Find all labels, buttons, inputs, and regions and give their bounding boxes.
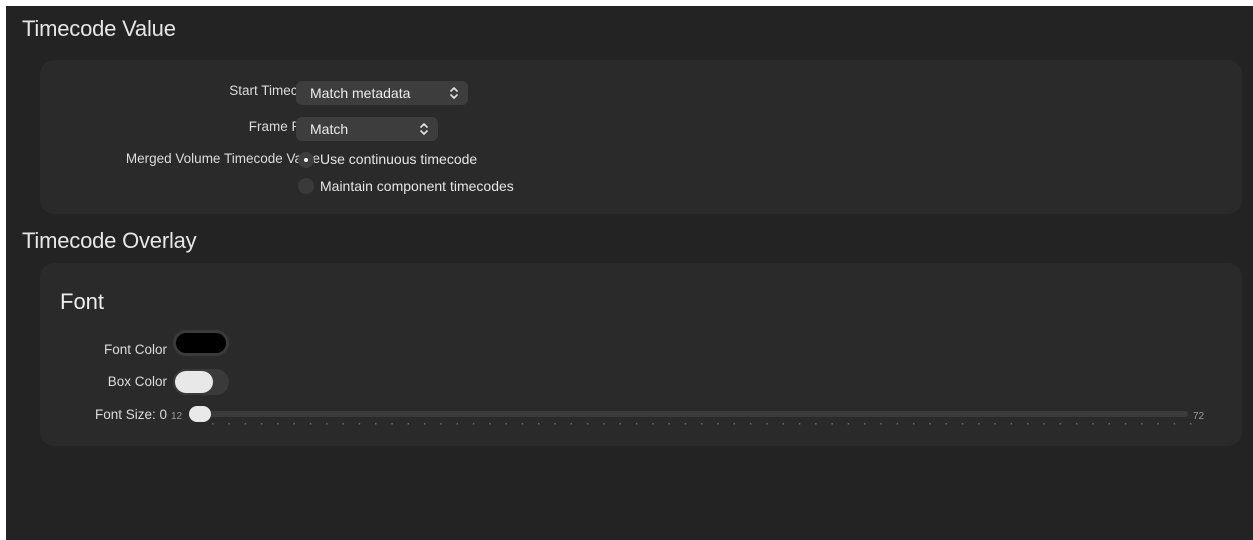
- slider-tick-marks: [212, 423, 1192, 425]
- timecode-value-panel: Start Timecode Match metadata Frame Rate…: [40, 60, 1242, 214]
- font-size-label: Font Size: 0: [94, 407, 167, 422]
- font-color-well[interactable]: [173, 330, 229, 356]
- settings-window: Timecode Value Start Timecode Match meta…: [6, 6, 1253, 540]
- frame-rate-popup[interactable]: Match: [296, 117, 438, 141]
- radio-component-timecodes-label: Maintain component timecodes: [320, 178, 514, 194]
- up-down-chevron-icon: [420, 123, 428, 135]
- start-timecode-value: Match metadata: [310, 85, 411, 101]
- font-size-max-label: 72: [1193, 411, 1205, 422]
- font-heading: Font: [60, 289, 105, 314]
- box-color-swatch: [175, 371, 213, 393]
- up-down-chevron-icon: [450, 87, 458, 99]
- font-size-slider-thumb[interactable]: [189, 406, 211, 422]
- font-color-label: Font Color: [103, 342, 167, 357]
- font-size-slider-track[interactable]: [189, 411, 1188, 417]
- box-color-label: Box Color: [107, 374, 167, 389]
- timecode-overlay-heading: Timecode Overlay: [22, 228, 197, 253]
- frame-rate-value: Match: [310, 121, 349, 137]
- font-size-min-label: 12: [171, 411, 183, 422]
- timecode-value-heading: Timecode Value: [22, 16, 176, 41]
- box-color-well[interactable]: [173, 369, 229, 395]
- merged-volume-label: Merged Volume Timecode Value: [125, 151, 320, 166]
- timecode-overlay-panel: Font Font Color Box Color Font Size: 0 1…: [40, 263, 1242, 446]
- radio-continuous-timecode-label: Use continuous timecode: [320, 151, 478, 167]
- radio-component-timecodes[interactable]: [298, 178, 314, 194]
- start-timecode-popup[interactable]: Match metadata: [296, 81, 468, 105]
- radio-continuous-timecode[interactable]: [298, 152, 314, 168]
